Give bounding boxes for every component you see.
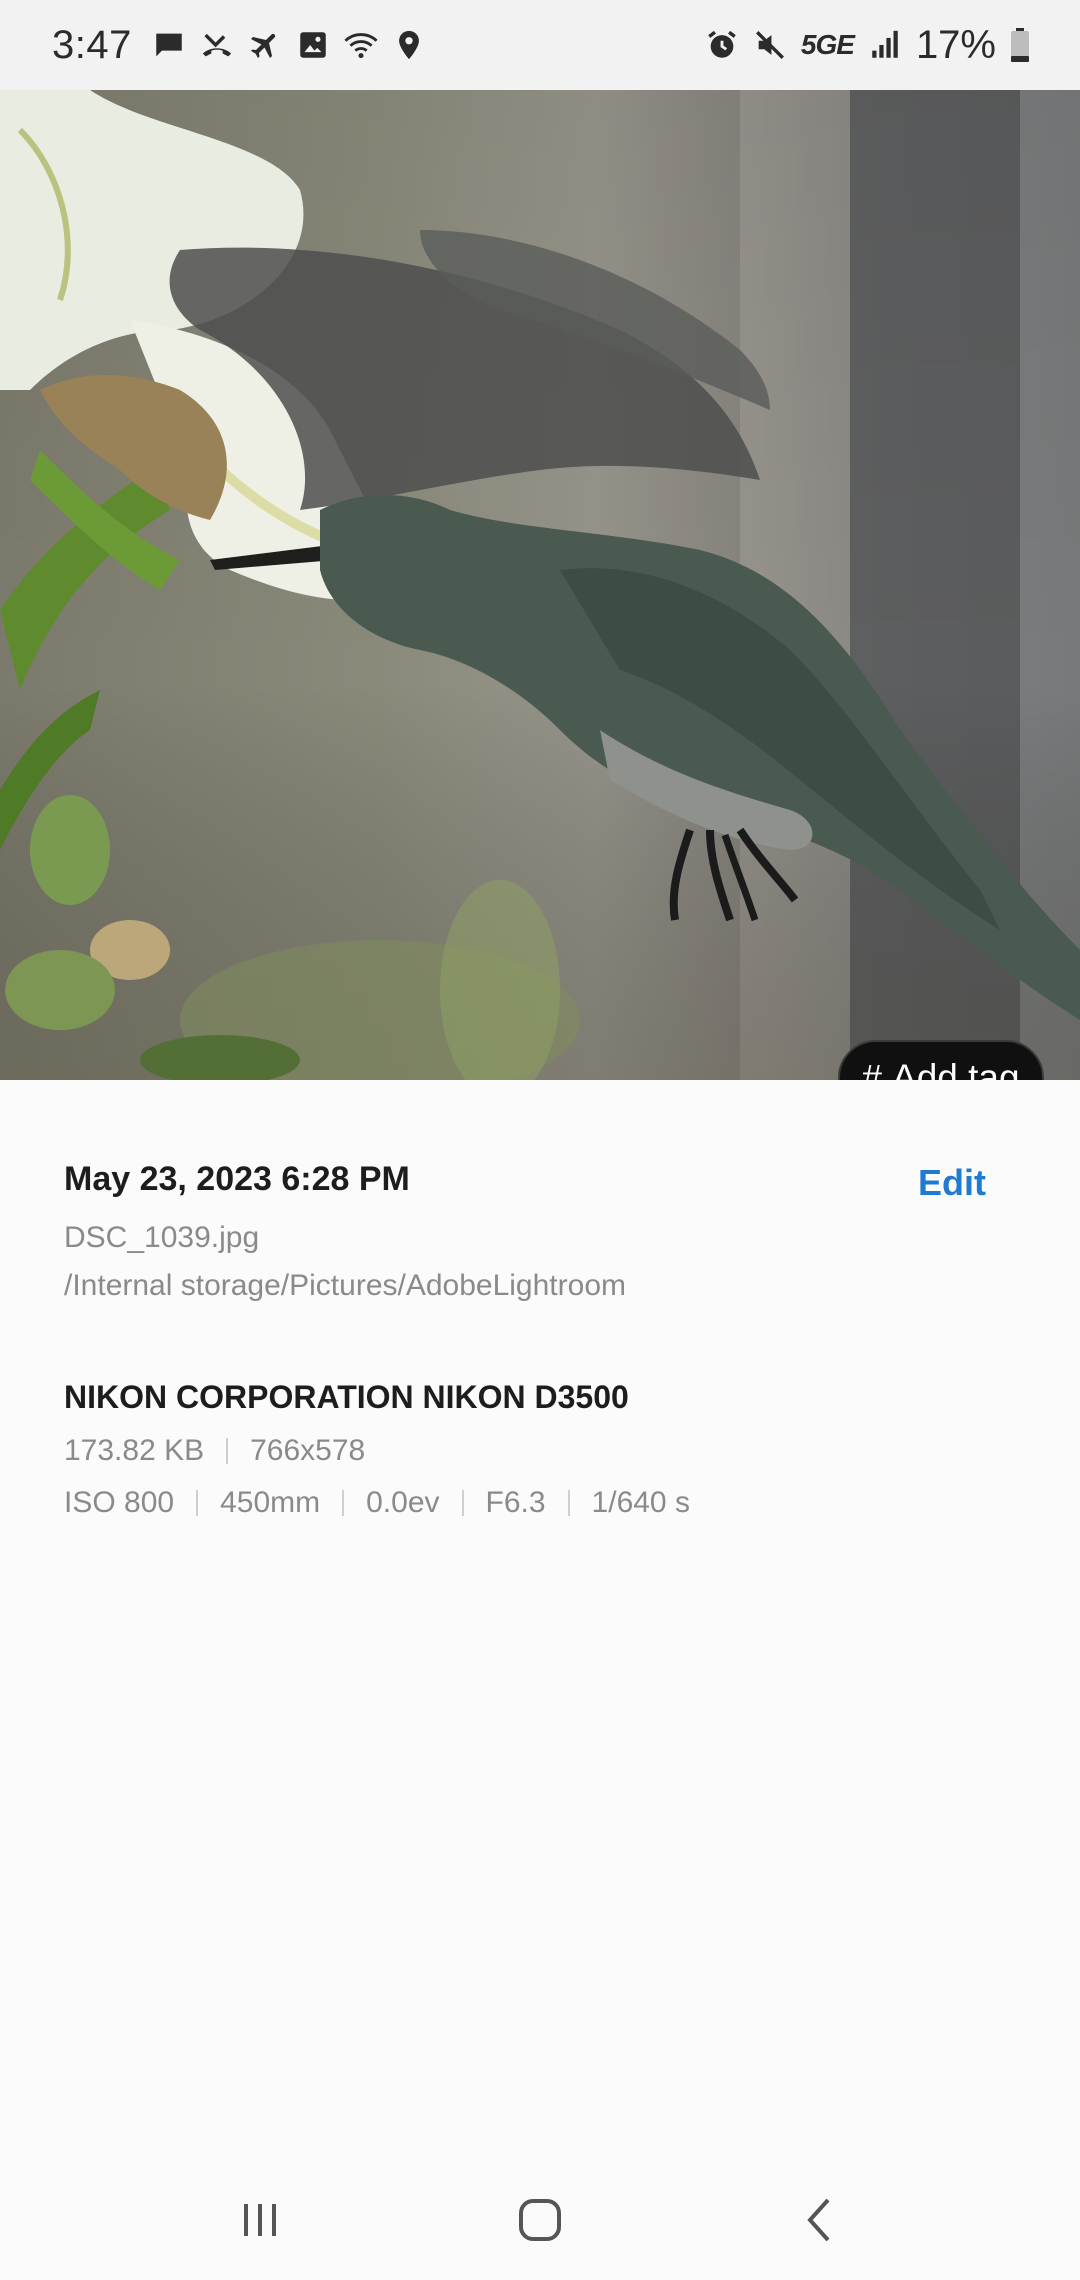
battery-icon [1010, 28, 1030, 62]
add-tag-label: Add tag [892, 1057, 1020, 1080]
recent-apps-button[interactable] [210, 2170, 310, 2270]
add-tag-button[interactable]: # Add tag [838, 1040, 1044, 1080]
resolution: 766x578 [250, 1434, 366, 1467]
wifi-icon [344, 28, 378, 62]
message-icon [152, 28, 186, 62]
battery-percent: 17% [915, 22, 996, 67]
file-path: /Internal storage/Pictures/AdobeLightroo… [64, 1269, 626, 1302]
hummingbird-photo [0, 90, 1080, 1080]
divider [342, 1490, 345, 1516]
shutter-speed: 1/640 s [591, 1486, 690, 1519]
focal-length: 450mm [220, 1486, 321, 1519]
navigation-bar [0, 2160, 1080, 2280]
missed-call-icon [200, 28, 234, 62]
camera-model: NIKON CORPORATION NIKON D3500 [64, 1379, 629, 1415]
alarm-icon [705, 28, 739, 62]
signal-icon [868, 28, 902, 62]
file-info-row: 173.82 KB 766x578 [64, 1434, 1024, 1468]
recent-apps-icon [244, 2204, 276, 2236]
mute-icon [753, 28, 787, 62]
photo-preview[interactable]: # Add tag [0, 90, 1080, 1080]
location-icon [392, 28, 426, 62]
airplane-icon [248, 28, 282, 62]
divider [196, 1490, 199, 1516]
file-size: 173.82 KB [64, 1434, 205, 1467]
divider [567, 1490, 570, 1516]
status-time: 3:47 [52, 22, 132, 67]
exposure-value: 0.0ev [366, 1486, 440, 1519]
hashtag-icon: # [862, 1057, 883, 1080]
back-icon [807, 2198, 830, 2242]
home-button[interactable] [490, 2170, 590, 2270]
date-time: May 23, 2023 6:28 PM [64, 1160, 410, 1198]
gallery-icon [296, 28, 330, 62]
home-icon [519, 2199, 561, 2241]
divider [461, 1490, 464, 1516]
divider [226, 1438, 229, 1464]
status-left: 3:47 [52, 23, 426, 68]
aperture-value: F6.3 [485, 1486, 546, 1519]
back-button[interactable] [770, 2170, 870, 2270]
details-panel: May 23, 2023 6:28 PM DSC_1039.jpg /Inter… [64, 1160, 1024, 1520]
exif-row: ISO 800 450mm 0.0ev F6.3 1/640 s [64, 1486, 1024, 1520]
edit-details-button[interactable]: Edit [918, 1162, 986, 1204]
file-name: DSC_1039.jpg [64, 1221, 260, 1254]
network-type: 5GE [800, 29, 855, 60]
status-bar: 3:47 5GE 17% [0, 0, 1080, 90]
iso-value: ISO 800 [64, 1486, 175, 1519]
status-right: 5GE 17% [705, 23, 1030, 68]
